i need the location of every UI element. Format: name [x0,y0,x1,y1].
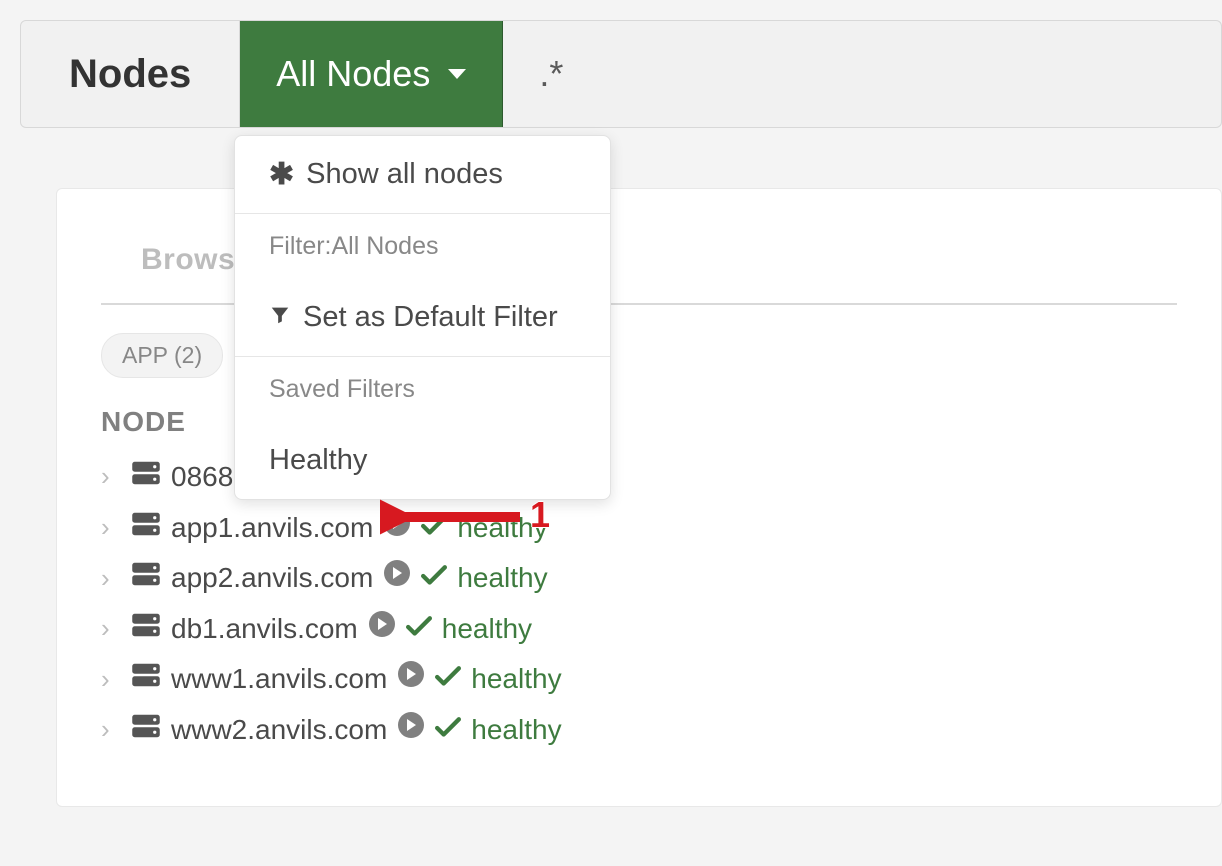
all-nodes-dropdown-label: All Nodes [276,53,430,95]
saved-filter-healthy-label: Healthy [269,444,367,477]
node-name: app1.anvils.com [171,508,373,549]
node-name: app2.anvils.com [171,558,373,599]
set-default-filter-label: Set as Default Filter [303,301,558,334]
node-row[interactable]: › db1.anvils.com healthy [101,604,1177,655]
chevron-right-icon: › [101,610,121,648]
node-name: 0868 [171,457,233,498]
hdd-icon [131,558,161,599]
chevron-right-icon: › [101,711,121,749]
asterisk-icon: ✱ [269,160,294,190]
set-default-filter-item[interactable]: Set as Default Filter [235,279,610,356]
saved-filters-header: Saved Filters [235,357,610,422]
annotation-number-1: 1 [530,494,550,536]
arrow-circle-right-icon[interactable] [368,609,396,650]
node-row[interactable]: › www1.anvils.com healthy [101,654,1177,705]
node-status: healthy [471,710,561,751]
tag-app[interactable]: APP (2) [101,333,223,378]
node-status: healthy [471,659,561,700]
top-filter-bar: Nodes All Nodes [20,20,1222,128]
show-all-nodes-label: Show all nodes [306,158,503,191]
filter-dropdown-menu: ✱ Show all nodes Filter:All Nodes Set as… [234,135,611,500]
node-name: db1.anvils.com [171,609,358,650]
chevron-right-icon: › [101,560,121,598]
node-filter-input[interactable] [503,21,1221,127]
arrow-circle-right-icon[interactable] [397,710,425,751]
check-icon [406,609,432,650]
check-icon [421,558,447,599]
hdd-icon [131,508,161,549]
node-status: healthy [442,609,532,650]
node-status: healthy [457,558,547,599]
arrow-circle-right-icon[interactable] [383,558,411,599]
node-row[interactable]: › www2.anvils.com healthy [101,705,1177,756]
funnel-icon [269,301,291,334]
check-icon [435,710,461,751]
annotation-arrow-icon [380,492,530,542]
node-row[interactable]: › app2.anvils.com healthy [101,553,1177,604]
node-row[interactable]: ›app1.anvils.comhealthy [101,503,1177,554]
arrow-circle-right-icon[interactable] [397,659,425,700]
chevron-right-icon: › [101,661,121,699]
hdd-icon [131,457,161,498]
node-name: www1.anvils.com [171,659,387,700]
nodes-panel: Browse APP (2) D NODE ›0868deck server n… [56,188,1222,807]
saved-filter-healthy[interactable]: Healthy [235,422,610,499]
node-name: www2.anvils.com [171,710,387,751]
hdd-icon [131,609,161,650]
caret-down-icon [448,69,466,79]
chevron-right-icon: › [101,458,121,496]
show-all-nodes-item[interactable]: ✱ Show all nodes [235,136,610,213]
hdd-icon [131,710,161,751]
nodes-title: Nodes [21,21,240,127]
chevron-right-icon: › [101,509,121,547]
current-filter-label: Filter:All Nodes [235,214,610,279]
all-nodes-dropdown-button[interactable]: All Nodes [240,21,503,127]
check-icon [435,659,461,700]
hdd-icon [131,659,161,700]
